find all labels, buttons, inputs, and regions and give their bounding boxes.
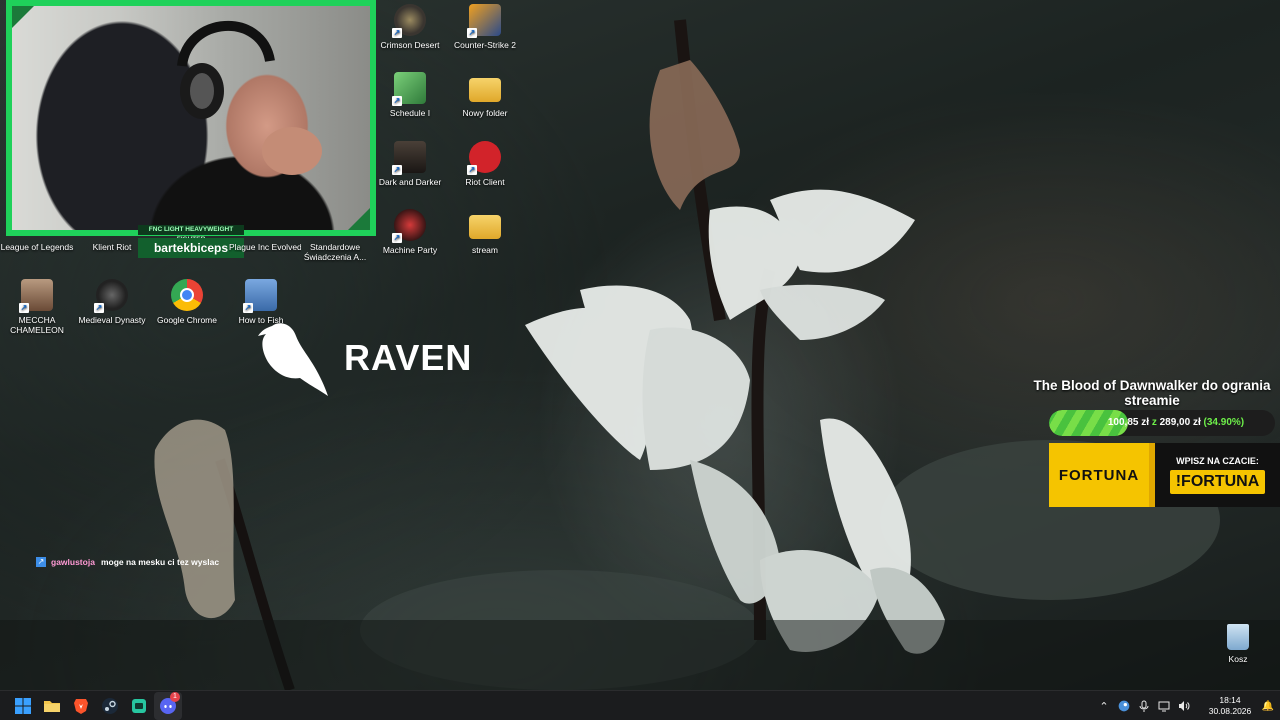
medieval-dynasty-icon: ↗	[94, 279, 128, 313]
goal-separator: z	[1151, 417, 1157, 428]
folder-icon	[469, 215, 501, 239]
clock-time: 18:14	[1219, 695, 1241, 705]
desktop-icon-label: stream	[472, 245, 498, 255]
file-explorer-icon	[44, 700, 60, 712]
raven-bird-icon	[258, 323, 328, 396]
discord-notification-badge: 1	[170, 691, 180, 702]
desktop-icon-label: Machine Party	[382, 245, 438, 255]
sponsor-cta: WPISZ NA CZACIE:	[1176, 456, 1259, 466]
sponsor-command: !FORTUNA	[1169, 470, 1266, 494]
desktop-icon-label: Counter-Strike 2	[454, 40, 516, 50]
desktop-icon-dark-and-darker[interactable]: ↗ Dark and Darker	[372, 141, 448, 187]
desktop-icon-riot-client[interactable]: ↗ Riot Client	[447, 141, 523, 187]
desktop-icon-google-chrome[interactable]: Google Chrome	[149, 279, 225, 325]
folder-icon	[469, 78, 501, 102]
desktop-icon-standardowe-swiadczenia[interactable]: Standardowe Świadczenia A...	[297, 242, 373, 262]
goal-current: 100,85 zł	[1107, 417, 1150, 428]
microphone-icon[interactable]	[1134, 696, 1154, 716]
desktop-icon-stream-folder[interactable]: stream	[447, 209, 523, 255]
goal-progress-text: 100,85 zł z 289,00 zł (34.90%)	[1049, 410, 1275, 436]
goal-percent: (34.90%)	[1203, 417, 1245, 428]
desktop-icon-label: Riot Client	[465, 177, 505, 187]
desktop-icon-label: League of Legends	[0, 242, 74, 252]
taskbar-brave[interactable]	[67, 692, 95, 720]
taskbar-clock[interactable]: 18:14 30.08.2026	[1200, 695, 1260, 717]
desktop-icon-label: Dark and Darker	[378, 177, 442, 187]
desktop-icon-machine-party[interactable]: ↗ Machine Party	[372, 209, 448, 255]
brave-icon	[74, 698, 88, 714]
raven-logo: RAVEN	[258, 318, 472, 398]
desktop-icon-league-of-legends[interactable]: League of Legends	[0, 242, 75, 252]
greenapp-icon	[132, 698, 146, 713]
machine-party-icon: ↗	[392, 209, 426, 243]
clock-date: 30.08.2026	[1208, 706, 1252, 716]
chat-message-text: moge na mesku ci tez wyslac	[100, 557, 220, 567]
taskbar: 1 ⌃ 18:14 30.08.2026 🔔	[0, 690, 1280, 720]
steam-tray-icon[interactable]	[1114, 696, 1134, 716]
chevron-up-icon[interactable]: ⌃	[1094, 696, 1114, 716]
goal-progress-bar: 100,85 zł z 289,00 zł (34.90%)	[1049, 410, 1275, 436]
desktop-icon-klient-riot[interactable]: Klient Riot	[74, 242, 150, 252]
how-to-fish-icon: ↗	[243, 279, 277, 313]
desktop-icon-label: Kosz	[1228, 654, 1248, 664]
desktop-icon-label: Plague Inc Evolved	[229, 242, 301, 252]
desktop-icon-label: Schedule I	[389, 108, 431, 118]
raven-text: RAVEN	[344, 337, 473, 378]
steam-icon	[102, 697, 118, 714]
taskbar-steam[interactable]	[96, 692, 124, 720]
dark-and-darker-icon: ↗	[392, 141, 426, 175]
goal-target: 289,00 zł	[1159, 417, 1201, 428]
chat-message: ↗ gawlustoja moge na mesku ci tez wyslac	[36, 557, 219, 567]
speaker-icon[interactable]	[1174, 696, 1194, 716]
desktop-icon-label: Medieval Dynasty	[78, 315, 146, 325]
desktop-icon-crimson-desert[interactable]: ↗ Crimson Desert	[372, 4, 448, 50]
recycle-bin-icon	[1227, 624, 1249, 650]
desktop-icon-label: MECCHA CHAMELEON	[10, 315, 64, 335]
desktop-icon-plague-inc[interactable]: Plague Inc Evolved	[229, 242, 301, 252]
desktop-icon-recycle-bin[interactable]: Kosz	[1200, 624, 1276, 664]
desktop-icon-label: Nowy folder	[462, 108, 508, 118]
desktop-icon-nowy-folder[interactable]: Nowy folder	[447, 72, 523, 118]
desktop-icon-medieval-dynasty[interactable]: ↗ Medieval Dynasty	[74, 279, 150, 325]
desktop-icon-label: Standardowe Świadczenia A...	[303, 242, 367, 262]
chat-platform-icon: ↗	[36, 557, 46, 567]
goal-title: The Blood of Dawnwalker do ogrania strea…	[1033, 378, 1271, 408]
chat-username: gawlustoja	[51, 557, 95, 567]
desktop-icon-counter-strike[interactable]: ↗ Counter-Strike 2	[447, 4, 523, 50]
desktop-icon-schedule-i[interactable]: ↗ Schedule I	[372, 72, 448, 118]
sponsor-banner: FORTUNA WPISZ NA CZACIE: !FORTUNA	[1049, 443, 1280, 507]
start-icon	[15, 697, 31, 714]
network-icon[interactable]	[1154, 696, 1174, 716]
desktop-icon-label: Klient Riot	[92, 242, 132, 252]
taskbar-file-explorer[interactable]	[38, 692, 66, 720]
crimson-desert-icon: ↗	[392, 4, 426, 38]
chrome-icon	[171, 279, 203, 311]
webcam-caption: FNC LIGHT HEAVYWEIGHT FIGHTER	[138, 225, 244, 243]
counter-strike-icon: ↗	[467, 4, 501, 38]
system-tray: ⌃ 18:14 30.08.2026 🔔	[1094, 691, 1280, 720]
taskbar-green-app[interactable]	[125, 692, 153, 720]
desktop-icon-meccha-chameleon[interactable]: ↗ MECCHA CHAMELEON	[0, 279, 75, 335]
sponsor-logo: FORTUNA	[1049, 443, 1155, 507]
start-button[interactable]	[9, 692, 37, 720]
notification-bell-icon[interactable]: 🔔	[1260, 701, 1276, 712]
schedule-i-icon: ↗	[392, 72, 426, 106]
webcam-overlay	[6, 0, 376, 236]
desktop-icon-label: Google Chrome	[156, 315, 217, 325]
taskbar-discord[interactable]: 1	[154, 691, 182, 720]
donation-goal-widget: The Blood of Dawnwalker do ogrania strea…	[1024, 378, 1280, 436]
desktop-icon-label: Crimson Desert	[380, 40, 440, 50]
meccha-chameleon-icon: ↗	[19, 279, 53, 313]
riot-client-icon: ↗	[467, 141, 501, 175]
